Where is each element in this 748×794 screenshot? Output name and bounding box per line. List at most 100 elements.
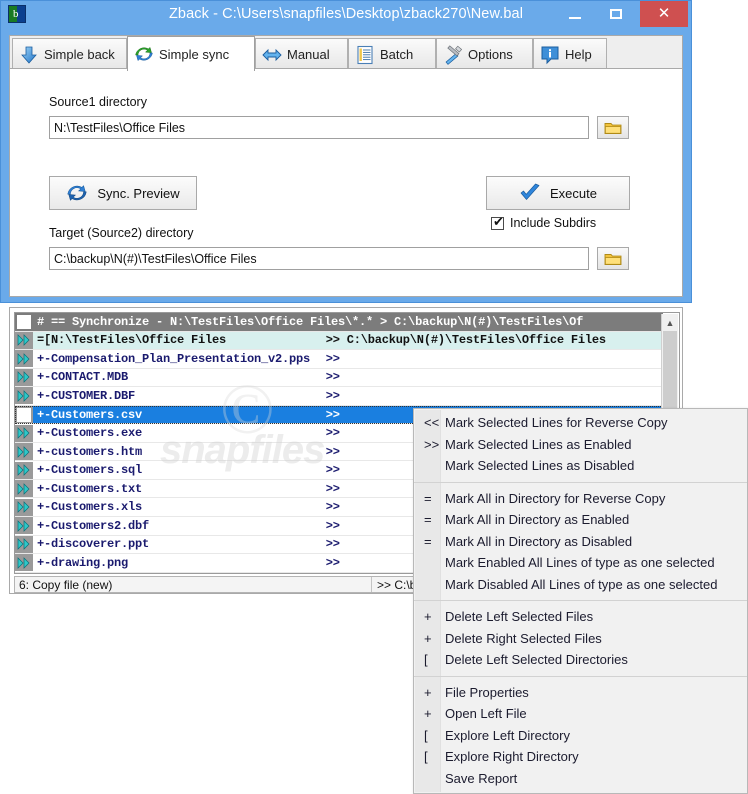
table-row[interactable]: +-Compensation_Plan_Presentation_v2.pps >… [15,350,663,369]
tab-help[interactable]: Help [533,38,607,70]
tab-label: Manual [287,47,330,62]
tab-batch[interactable]: Batch [348,38,436,70]
row-left-text: +-CUSTOMER.DBF [37,388,136,403]
row-left-text: +-Customers.xls [37,500,143,515]
menu-item-label: Delete Left Selected Files [445,609,594,624]
close-button[interactable]: ✕ [640,1,688,27]
row-left-text: +-Customers.exe [37,426,143,441]
tab-label: Options [468,47,513,62]
row-left-text: +-Compensation_Plan_Presentation_v2.pps [37,351,311,366]
source1-label: Source1 directory [49,95,147,109]
menu-item-open-left-file[interactable]: + Open Left File [414,703,747,725]
menu-item-label: Explore Right Directory [445,749,579,764]
menu-item-label: Mark Selected Lines as Enabled [445,436,632,452]
target-input[interactable] [49,247,589,270]
sync-form-panel: Source1 directory ✔ Include Subdirs [9,68,683,297]
row-right-text: >> [325,388,340,403]
menu-item-prefix: + [424,684,432,700]
double-arrow-icon [15,368,33,386]
menu-item-prefix: = [424,512,432,527]
row-left-text: # == Synchronize - N:\TestFiles\Office F… [37,314,584,329]
tools-icon [443,44,463,65]
menu-separator [414,600,747,601]
row-left-text: =[N:\TestFiles\Office Files [37,333,227,348]
menu-item-save-report[interactable]: Save Report [414,768,747,790]
sync-preview-button[interactable]: Sync. Preview [49,176,197,210]
tab-label: Simple sync [159,46,230,62]
menu-item-mark-all-in-directory-as-disabled[interactable]: = Mark All in Directory as Disabled [414,531,747,553]
title-bar[interactable]: b Zback - C:\Users\snapfiles\Desktop\zba… [0,0,692,29]
row-right-text: >> [325,500,340,515]
menu-item-mark-all-in-directory-for-reverse-copy[interactable]: = Mark All in Directory for Reverse Copy [414,488,747,510]
double-arrow-icon [15,350,33,368]
include-subdirs-checkbox[interactable]: ✔ Include Subdirs [491,213,597,230]
double-arrow-icon [15,535,33,553]
maximize-button[interactable] [596,1,636,27]
tab-strip: Simple back Simple sync Manual Batch Opt… [9,35,683,71]
menu-item-prefix: + [424,706,432,721]
double-arrow-icon [15,517,33,535]
menu-item-explore-right-directory[interactable]: [ Explore Right Directory [414,746,747,768]
menu-item-label: Mark All in Directory as Disabled [445,533,633,549]
tab-simple-sync[interactable]: Simple sync [127,36,255,71]
tab-label: Batch [380,47,414,62]
menu-item-explore-left-directory[interactable]: [Explore Left Directory [414,725,747,747]
menu-item-delete-right-selected-files[interactable]: + Delete Right Selected Files [414,628,747,650]
table-row[interactable]: =[N:\TestFiles\Office Files >> C:\backup\… [15,331,663,351]
down-arrow-icon [19,45,39,65]
menu-item-delete-left-selected-directories[interactable]: [Delete Left Selected Directories [414,649,747,671]
menu-item-file-properties[interactable]: + File Properties [414,682,747,704]
row-left-text: +-discoverer.ppt [37,537,150,552]
menu-item-prefix: [ [424,727,428,743]
execute-button[interactable]: Execute [486,176,630,210]
menu-item-prefix: [ [424,749,428,764]
row-left-text: +-Customers.txt [37,481,143,496]
scroll-up-icon[interactable]: ▲ [662,314,678,331]
menu-item-mark-selected-lines-as-enabled[interactable]: >> Mark Selected Lines as Enabled [414,434,747,456]
menu-item-label: Delete Right Selected Files [445,630,602,646]
menu-item-label: Mark Selected Lines as Disabled [445,458,635,473]
row-left-text: +-customers.htm [37,444,143,459]
row-right-text: >> [325,444,340,459]
table-row[interactable]: +-CUSTOMER.DBF >> [15,387,663,406]
status-separator [371,577,372,592]
tab-simple-back[interactable]: Simple back [12,38,127,70]
sync-refresh-icon [134,44,154,64]
menu-item-prefix: >> [424,436,440,452]
menu-item-label: Mark Disabled All Lines of type as one s… [445,576,718,592]
minimize-button[interactable] [555,1,595,27]
maximize-icon [610,9,622,19]
tab-options[interactable]: Options [436,38,533,70]
sync-refresh-icon [66,182,88,204]
row-right-text: >> [325,481,340,496]
menu-item-label: Mark Enabled All Lines of type as one se… [445,555,715,570]
checkmark-icon: ✔ [493,213,504,229]
menu-item-mark-selected-lines-for-reverse-copy[interactable]: << Mark Selected Lines for Reverse Copy [414,412,747,434]
double-arrow-icon [15,554,33,572]
include-subdirs-label: Include Subdirs [510,216,597,230]
table-row[interactable]: # == Synchronize - N:\TestFiles\Office F… [15,313,663,332]
tab-label: Simple back [44,47,115,62]
menu-item-label: Mark All in Directory as Enabled [445,512,630,527]
source1-input[interactable] [49,116,589,139]
menu-item-label: File Properties [445,684,529,700]
target-browse-button[interactable] [597,247,629,270]
menu-item-prefix: + [424,630,432,646]
tab-manual[interactable]: Manual [255,38,348,70]
left-right-arrow-icon [262,45,282,65]
menu-item-label: Mark All in Directory for Reverse Copy [445,490,666,506]
menu-item-mark-selected-lines-as-disabled[interactable]: Mark Selected Lines as Disabled [414,455,747,477]
menu-item-mark-enabled-all-lines-of-type-as-one-selected[interactable]: Mark Enabled All Lines of type as one se… [414,552,747,574]
sync-preview-label: Sync. Preview [97,185,180,201]
double-arrow-icon [15,480,33,498]
menu-item-delete-left-selected-files[interactable]: + Delete Left Selected Files [414,606,747,628]
menu-item-mark-disabled-all-lines-of-type-as-one-selected[interactable]: Mark Disabled All Lines of type as one s… [414,574,747,596]
folder-icon [604,121,622,135]
menu-item-mark-all-in-directory-as-enabled[interactable]: = Mark All in Directory as Enabled [414,509,747,531]
context-menu[interactable]: << Mark Selected Lines for Reverse Copy >>… [413,408,748,794]
table-row[interactable]: +-CONTACT.MDB >> [15,368,663,388]
source1-browse-button[interactable] [597,116,629,139]
row-right-text: >> [325,351,340,366]
menu-item-label: Mark Selected Lines for Reverse Copy [445,415,668,430]
row-right-text: >> [325,537,340,552]
